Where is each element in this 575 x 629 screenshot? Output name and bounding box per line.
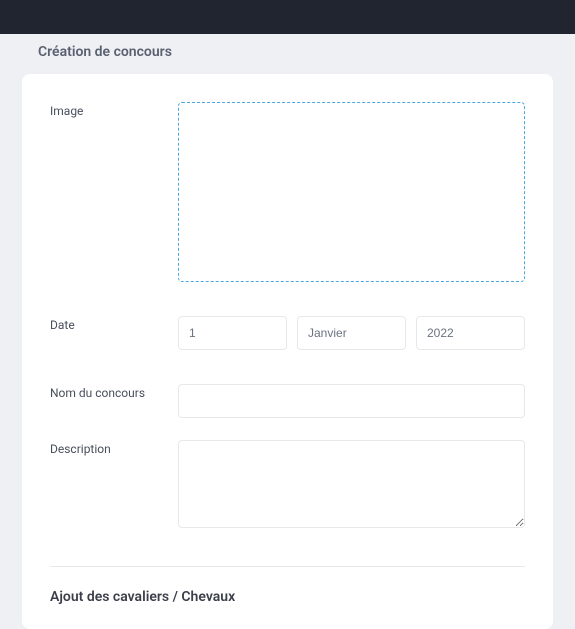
description-label: Description	[50, 440, 178, 532]
date-row: Date 1 Janvier 2022	[50, 316, 525, 350]
competition-name-input[interactable]	[178, 384, 525, 418]
date-day-select[interactable]: 1	[178, 316, 287, 350]
form-card: Image Date 1 Janvier 2022 Nom du concour…	[22, 74, 553, 629]
description-textarea[interactable]	[178, 440, 525, 528]
date-year-select[interactable]: 2022	[416, 316, 525, 350]
name-row: Nom du concours	[50, 384, 525, 418]
image-row: Image	[50, 102, 525, 282]
date-label: Date	[50, 316, 178, 350]
name-label: Nom du concours	[50, 384, 178, 418]
page-title: Création de concours	[0, 34, 575, 74]
topbar	[0, 0, 575, 34]
image-label: Image	[50, 102, 178, 282]
section-divider	[50, 566, 525, 567]
description-row: Description	[50, 440, 525, 532]
image-dropzone[interactable]	[178, 102, 525, 282]
date-month-select[interactable]: Janvier	[297, 316, 406, 350]
riders-section-heading: Ajout des cavaliers / Chevaux	[50, 589, 525, 605]
